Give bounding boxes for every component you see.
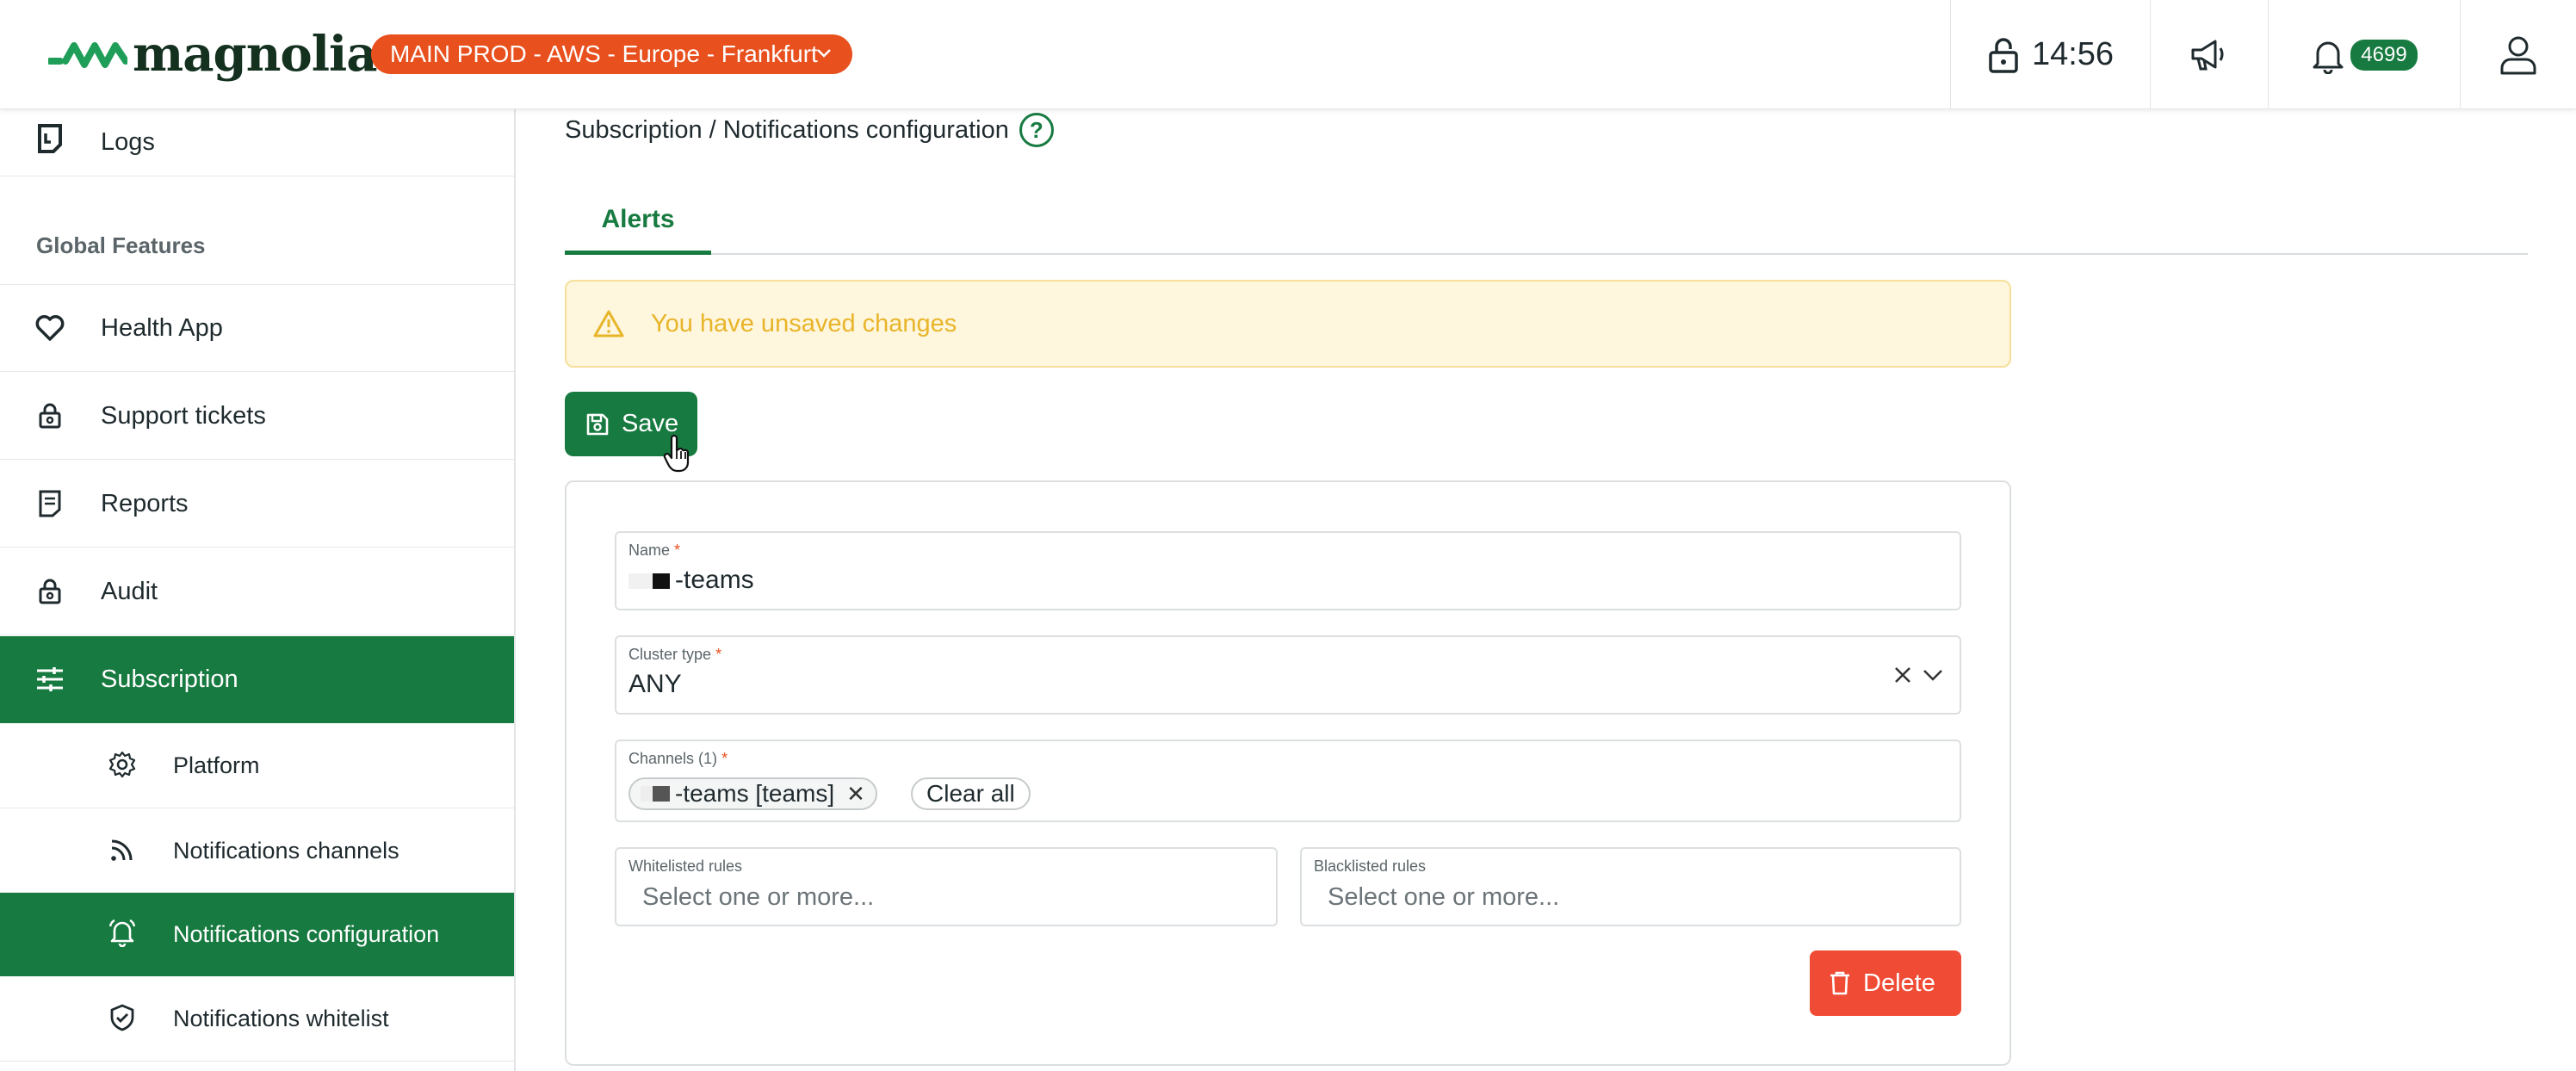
floppy-disk-icon bbox=[586, 413, 609, 435]
whitelisted-rules-select[interactable]: Whitelisted rules Select one or more... bbox=[615, 847, 1278, 926]
redacted-text bbox=[641, 786, 670, 802]
blacklisted-rules-label: Blacklisted rules bbox=[1314, 857, 1427, 875]
tab-alerts[interactable]: Alerts bbox=[565, 188, 711, 255]
sidebar-item-label: Reports bbox=[101, 489, 189, 517]
brand-name: magnolia bbox=[133, 26, 378, 83]
cluster-type-select[interactable]: Cluster type * ANY bbox=[615, 635, 1961, 715]
clear-all-button[interactable]: Clear all bbox=[911, 777, 1031, 810]
warning-icon bbox=[593, 310, 624, 337]
magnolia-logo[interactable]: magnolia bbox=[48, 26, 378, 83]
sliders-icon bbox=[33, 662, 67, 696]
environment-label: MAIN PROD - AWS - Europe - Frankfurt bbox=[390, 40, 818, 67]
shield-check-icon bbox=[105, 1000, 139, 1035]
delete-button[interactable]: Delete bbox=[1810, 950, 1961, 1016]
hand-cursor-icon bbox=[663, 435, 690, 473]
tab-bar: Alerts bbox=[565, 188, 2528, 255]
user-icon bbox=[2500, 36, 2536, 74]
sidebar-item-notifications-configuration[interactable]: Notifications configuration bbox=[0, 893, 514, 976]
channels-label: Channels (1) * bbox=[629, 750, 728, 767]
sidebar-item-label: Notifications configuration bbox=[173, 921, 440, 947]
announcements-button[interactable] bbox=[2150, 0, 2268, 109]
lock-icon bbox=[33, 574, 67, 609]
blacklisted-rules-placeholder: Select one or more... bbox=[1328, 883, 1560, 911]
lock-icon bbox=[33, 399, 67, 433]
rss-icon bbox=[105, 833, 139, 867]
redacted-text bbox=[629, 573, 670, 590]
name-field-label: Name * bbox=[629, 542, 681, 559]
sidebar-item-health-app[interactable]: Health App bbox=[0, 285, 514, 372]
sidebar-item-label: Notifications channels bbox=[173, 837, 399, 864]
sidebar-item-platform[interactable]: Platform bbox=[0, 723, 514, 808]
breadcrumb: Subscription / Notifications configurati… bbox=[565, 110, 1054, 150]
sidebar-item-audit[interactable]: Audit bbox=[0, 548, 514, 635]
blacklisted-rules-select[interactable]: Blacklisted rules Select one or more... bbox=[1300, 847, 1961, 926]
sidebar-item-support-tickets[interactable]: Support tickets bbox=[0, 373, 514, 460]
clear-icon[interactable] bbox=[1892, 665, 1913, 685]
cluster-type-label: Cluster type * bbox=[629, 646, 722, 663]
top-header: magnolia MAIN PROD - AWS - Europe - Fran… bbox=[0, 0, 2576, 109]
trash-icon bbox=[1830, 971, 1849, 995]
sidebar-item-notifications-channels[interactable]: Notifications channels bbox=[0, 809, 514, 893]
sidebar-item-label: Health App bbox=[101, 313, 223, 342]
sidebar-item-label: Logs bbox=[101, 128, 155, 156]
sidebar: Logs Global Features Health App Support … bbox=[0, 109, 516, 1071]
sidebar-item-label: Notifications whitelist bbox=[173, 1005, 389, 1031]
environment-selector[interactable]: MAIN PROD - AWS - Europe - Frankfurt bbox=[371, 34, 852, 74]
notifications-button[interactable]: 4699 bbox=[2268, 0, 2460, 109]
section-heading-global-features: Global Features bbox=[36, 232, 206, 258]
megaphone-icon bbox=[2191, 40, 2224, 70]
delete-label: Delete bbox=[1863, 969, 1935, 997]
name-value: -teams bbox=[629, 566, 754, 595]
user-menu-button[interactable] bbox=[2460, 0, 2576, 109]
help-icon[interactable]: ? bbox=[1019, 113, 1054, 147]
unsaved-changes-alert: You have unsaved changes bbox=[565, 280, 2011, 368]
channels-multiselect[interactable]: Channels (1) * -teams [teams] ✕ Clear al… bbox=[615, 740, 1961, 822]
alert-config-card: Name * -teams Cluster type * ANY Channel… bbox=[565, 480, 2011, 1066]
document-icon bbox=[33, 486, 67, 521]
bell-icon bbox=[105, 915, 139, 950]
sidebar-item-logs[interactable]: Logs bbox=[0, 109, 514, 176]
notification-count-badge: 4699 bbox=[2350, 39, 2418, 71]
clock-text: 14:56 bbox=[2031, 36, 2115, 72]
gear-icon bbox=[105, 747, 139, 782]
sidebar-item-label: Subscription bbox=[101, 666, 238, 693]
sidebar-item-notifications-whitelist[interactable]: Notifications whitelist bbox=[0, 976, 514, 1062]
logs-icon bbox=[33, 121, 67, 156]
lock-icon bbox=[1989, 37, 2018, 73]
chevron-down-icon bbox=[816, 49, 831, 58]
breadcrumb-text: Subscription / Notifications configurati… bbox=[565, 115, 1009, 144]
whitelisted-rules-label: Whitelisted rules bbox=[629, 857, 743, 875]
cluster-type-value: ANY bbox=[629, 670, 682, 698]
channel-chip[interactable]: -teams [teams] ✕ bbox=[629, 777, 877, 810]
remove-chip-icon[interactable]: ✕ bbox=[846, 781, 865, 808]
heart-icon bbox=[33, 311, 67, 345]
alert-text: You have unsaved changes bbox=[651, 309, 957, 337]
session-clock[interactable]: 14:56 bbox=[1950, 0, 2150, 109]
bell-icon bbox=[2313, 41, 2344, 74]
magnolia-logo-icon bbox=[48, 42, 127, 68]
sidebar-item-label: Platform bbox=[173, 752, 260, 778]
chevron-down-icon[interactable] bbox=[1922, 666, 1944, 684]
whitelisted-rules-placeholder: Select one or more... bbox=[642, 883, 875, 911]
name-field[interactable]: Name * -teams bbox=[615, 531, 1961, 610]
sidebar-item-label: Audit bbox=[101, 577, 158, 605]
sidebar-item-label: Support tickets bbox=[101, 401, 266, 430]
sidebar-item-reports[interactable]: Reports bbox=[0, 461, 514, 548]
sidebar-item-subscription[interactable]: Subscription bbox=[0, 636, 514, 723]
